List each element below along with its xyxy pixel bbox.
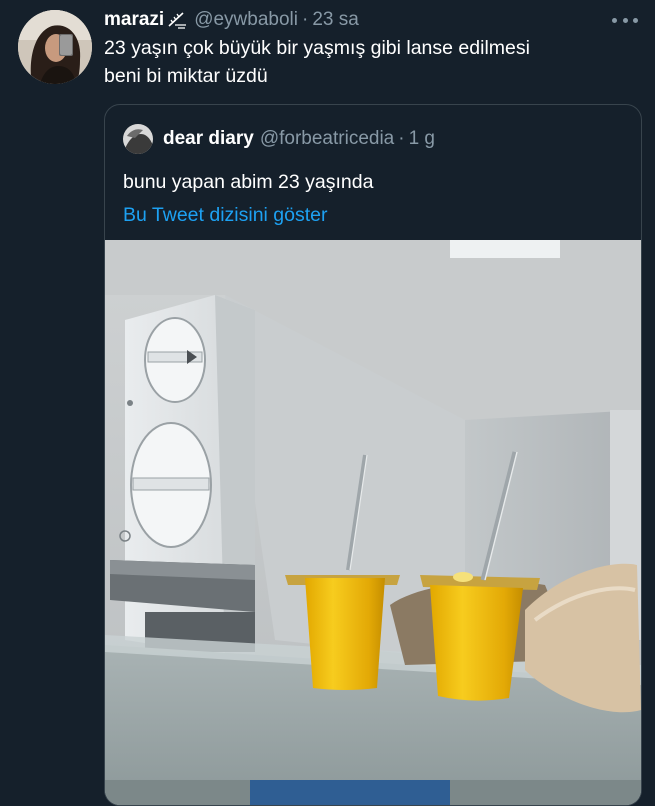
quoted-author-handle[interactable]: @forbeatricedia — [260, 128, 394, 150]
quoted-avatar[interactable] — [123, 124, 153, 154]
show-thread-link[interactable]: Bu Tweet dizisini göster — [123, 204, 328, 227]
tweet-header: marazi @eywbaboli · 23 sa — [104, 8, 359, 32]
separator-dot: · — [398, 128, 405, 149]
blowing-feather-icon — [166, 10, 188, 30]
quoted-tweet-text: bunu yapan abim 23 yaşında — [123, 171, 374, 193]
tweet[interactable]: marazi @eywbaboli · 23 sa 23 yaşın çok b… — [0, 0, 655, 806]
tweet-text: 23 yaşın çok büyük bir yaşmış gibi lanse… — [104, 37, 530, 87]
author-name[interactable]: marazi — [104, 9, 164, 31]
author-handle[interactable]: @eywbaboli — [194, 9, 298, 31]
separator-dot: · — [302, 9, 309, 30]
timestamp[interactable]: 23 sa — [312, 9, 358, 31]
more-dots-icon[interactable] — [612, 10, 638, 30]
avatar[interactable] — [18, 10, 92, 84]
quoted-tweet-header: dear diary @forbeatricedia · 1 g — [123, 124, 435, 154]
quoted-author-name[interactable]: dear diary — [163, 128, 254, 150]
quoted-tweet[interactable]: dear diary @forbeatricedia · 1 g bunu ya… — [104, 104, 642, 806]
quoted-timestamp[interactable]: 1 g — [409, 128, 435, 150]
tweet-photo[interactable] — [105, 240, 641, 805]
